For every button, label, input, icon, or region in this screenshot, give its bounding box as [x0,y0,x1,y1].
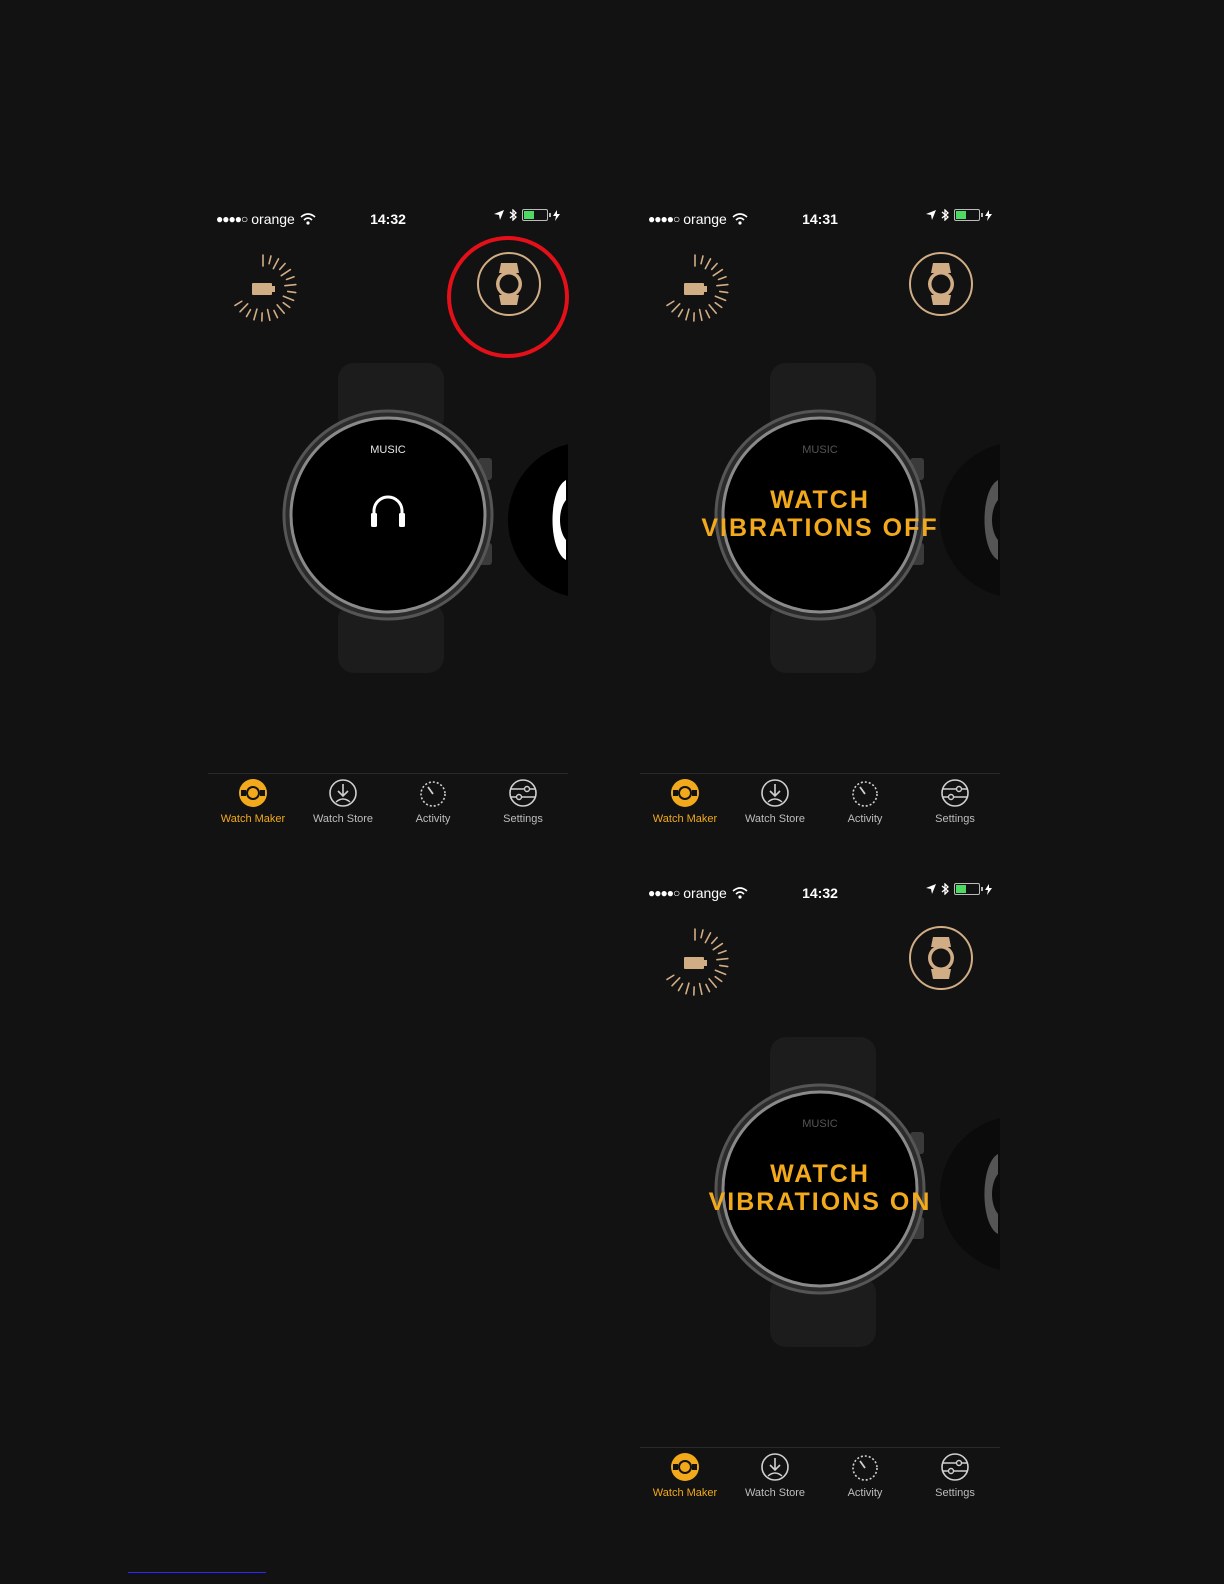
smartwatch-image[interactable]: MUSIC [278,363,498,673]
watch-screen-label: MUSIC [802,1118,838,1130]
settings-icon [941,779,969,807]
watch-maker-icon [239,779,267,807]
bluetooth-icon [941,209,949,221]
tab-watch-maker[interactable]: Watch Maker [208,774,298,844]
tab-settings[interactable]: Settings [910,1448,1000,1518]
overlay-line-2: VIBRATIONS OFF [701,514,939,542]
status-right [926,883,992,895]
battery-icon [954,209,983,221]
tab-activity[interactable]: Activity [388,774,478,844]
tab-watch-store[interactable]: Watch Store [298,774,388,844]
overlay-line-1: WATCH [770,1160,870,1188]
activity-icon [420,781,446,807]
location-icon [926,210,936,220]
settings-icon [941,1453,969,1481]
status-bar: ●●●●○ orange 14:32 [208,208,568,230]
download-icon [761,779,789,807]
tab-label: Watch Maker [652,813,718,825]
tab-bar: Watch Maker Watch Store Activity Setting… [640,1447,1000,1518]
status-right [926,209,992,221]
tab-watch-maker[interactable]: Watch Maker [640,774,730,844]
next-watchface-peek[interactable] [508,440,568,600]
tab-label: Settings [935,1487,975,1499]
settings-icon [509,779,537,807]
vibration-status-overlay: WATCH VIBRATIONS OFF [680,486,960,542]
link-underline [128,1572,266,1573]
download-icon [761,1453,789,1481]
vibration-status-overlay: WATCH VIBRATIONS ON [680,1160,960,1216]
screen-2: ●●●●○ orange 14:31 MUSIC WATCH VIBRATION… [640,208,1000,858]
tab-label: Watch Maker [220,813,286,825]
tab-activity[interactable]: Activity [820,774,910,844]
tab-label: Watch Store [312,813,374,825]
overlay-line-2: VIBRATIONS ON [708,1188,932,1216]
battery-icon [522,209,551,221]
tab-label: Settings [935,813,975,825]
location-icon [494,210,504,220]
tab-watch-store[interactable]: Watch Store [730,1448,820,1518]
watch-settings-icon[interactable] [908,251,974,317]
screen-3: ●●●●○ orange 14:32 MUSIC WATCH VIBRATION… [640,882,1000,1532]
tab-label: Activity [847,813,883,825]
tab-watch-store[interactable]: Watch Store [730,774,820,844]
watch-battery-icon[interactable] [660,253,730,323]
tab-label: Settings [503,813,543,825]
tab-watch-maker[interactable]: Watch Maker [640,1448,730,1518]
watch-battery-icon[interactable] [228,253,298,323]
highlight-circle [447,236,569,358]
status-bar: ●●●●○ orange 14:31 [640,208,1000,230]
activity-icon [852,781,878,807]
tab-label: Watch Maker [652,1487,718,1499]
tab-settings[interactable]: Settings [478,774,568,844]
tab-bar: Watch Maker Watch Store Activity Setting… [208,773,568,844]
activity-icon [852,1455,878,1481]
tab-settings[interactable]: Settings [910,774,1000,844]
charging-icon [985,883,992,895]
watch-screen-label: MUSIC [370,444,406,456]
charging-icon [985,209,992,221]
watch-maker-icon [671,1453,699,1481]
status-right [494,209,560,221]
charging-icon [553,209,560,221]
location-icon [926,884,936,894]
tab-activity[interactable]: Activity [820,1448,910,1518]
status-bar: ●●●●○ orange 14:32 [640,882,1000,904]
tab-label: Watch Store [744,1487,806,1499]
overlay-line-1: WATCH [770,486,870,514]
bluetooth-icon [941,883,949,895]
bluetooth-icon [509,209,517,221]
watch-battery-icon[interactable] [660,927,730,997]
download-icon [329,779,357,807]
watch-maker-icon [671,779,699,807]
watch-screen-label: MUSIC [802,444,838,456]
tab-label: Watch Store [744,813,806,825]
tab-label: Activity [415,813,451,825]
battery-icon [954,883,983,895]
watch-settings-icon[interactable] [908,925,974,991]
tab-bar: Watch Maker Watch Store Activity Setting… [640,773,1000,844]
tab-label: Activity [847,1487,883,1499]
